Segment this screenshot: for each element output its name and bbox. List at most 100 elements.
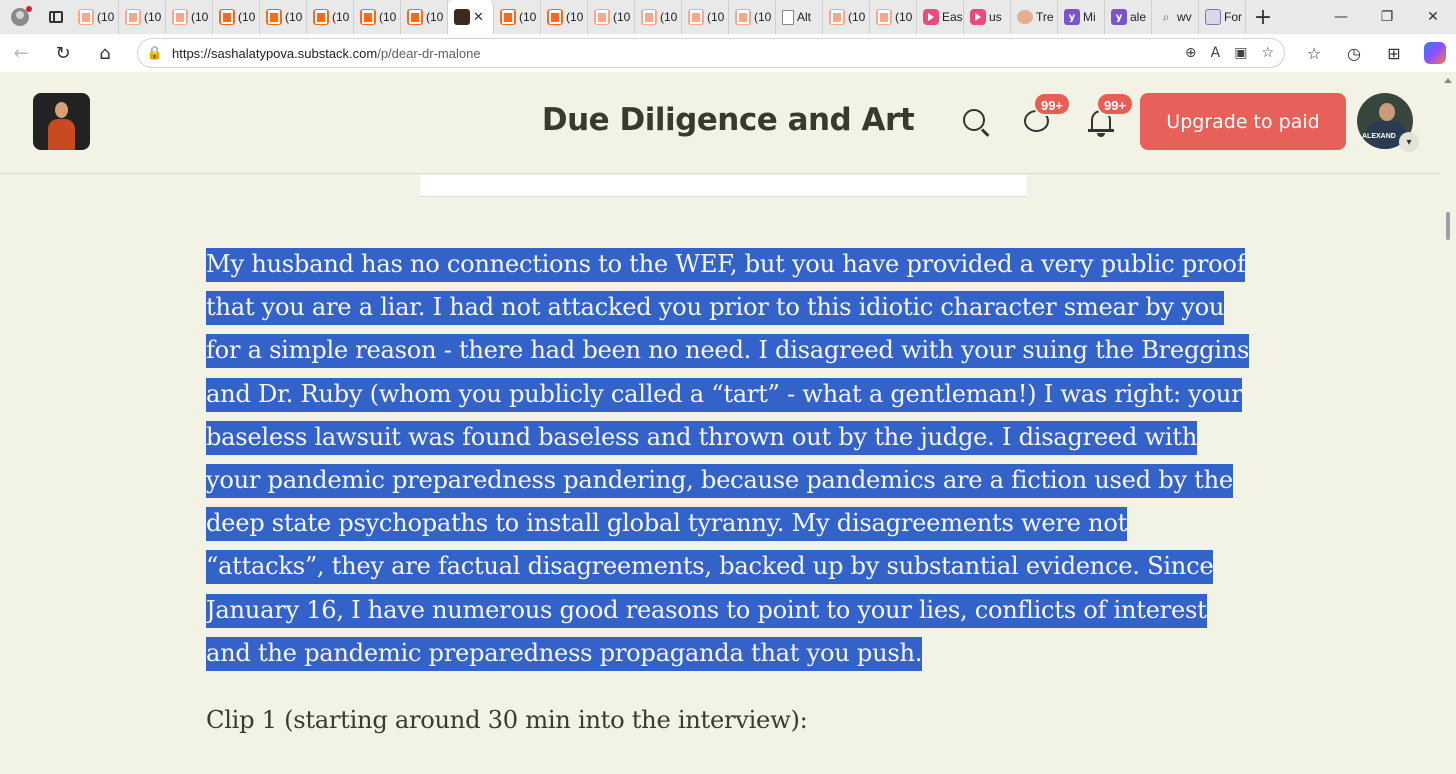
tab[interactable]: ⌕ wv bbox=[1152, 0, 1199, 34]
page-scrollbar[interactable] bbox=[1440, 72, 1456, 774]
tab-label: (10 bbox=[144, 10, 162, 24]
window-controls: — ❐ ✕ bbox=[1318, 0, 1456, 34]
search-icon: ⌕ bbox=[1162, 9, 1170, 24]
tab-actions-button[interactable] bbox=[40, 0, 72, 34]
tab-label: (10 bbox=[426, 10, 444, 24]
tab-label: (10 bbox=[566, 10, 584, 24]
close-tab-icon[interactable]: ✕ bbox=[473, 10, 484, 25]
search-icon-ring bbox=[963, 109, 985, 131]
document-icon bbox=[782, 9, 794, 25]
tab-strip: (10 (10 (10 (10 (10 (10 (10 (10 ✕ (10 (10 (10 (10 (10… bbox=[0, 0, 1456, 34]
substack-icon bbox=[360, 9, 376, 25]
extensions-icon[interactable]: ⊞ bbox=[1374, 34, 1414, 72]
tab[interactable]: (10 bbox=[729, 0, 776, 34]
home-button[interactable]: ⌂ bbox=[84, 34, 126, 72]
history-icon[interactable]: ◷ bbox=[1334, 34, 1374, 72]
tab[interactable]: (10 bbox=[213, 0, 260, 34]
substack-icon bbox=[313, 9, 329, 25]
new-tab-button[interactable]: + bbox=[1246, 0, 1280, 34]
tab-label: (10 bbox=[519, 10, 537, 24]
site-info-icon[interactable]: 🔒 bbox=[138, 46, 172, 61]
tab[interactable]: Eas bbox=[917, 0, 964, 34]
back-button[interactable]: ← bbox=[0, 34, 42, 72]
tab[interactable]: For bbox=[1199, 0, 1246, 34]
substack-icon bbox=[594, 9, 610, 25]
yahoo-icon: y bbox=[1111, 9, 1127, 25]
youtube-icon bbox=[923, 9, 939, 25]
tab[interactable]: (10 bbox=[541, 0, 588, 34]
substack-icon bbox=[641, 9, 657, 25]
tab-list: (10 (10 (10 (10 (10 (10 (10 (10 ✕ (10 (10 (10 (10 (10… bbox=[72, 0, 1246, 34]
tab[interactable]: (10 bbox=[401, 0, 448, 34]
tab-label: Tre bbox=[1036, 10, 1054, 24]
tab[interactable]: (10 bbox=[72, 0, 119, 34]
search-icon[interactable] bbox=[962, 108, 990, 137]
browser-profile-button[interactable] bbox=[0, 0, 40, 34]
tab-active[interactable]: ✕ bbox=[448, 0, 494, 34]
immersive-reader-icon[interactable]: ▣ bbox=[1234, 45, 1247, 61]
tab[interactable]: (10 bbox=[635, 0, 682, 34]
chevron-down-icon[interactable]: ▾ bbox=[1399, 132, 1419, 152]
avatar-tag: ALEXAND bbox=[1362, 133, 1396, 140]
minimize-button[interactable]: — bbox=[1318, 0, 1364, 34]
maximize-button[interactable]: ❐ bbox=[1364, 0, 1410, 34]
circle-icon bbox=[1017, 10, 1033, 24]
tab[interactable]: (10 bbox=[260, 0, 307, 34]
tab-actions-icon bbox=[49, 11, 63, 23]
tab[interactable]: y ale bbox=[1105, 0, 1152, 34]
tab[interactable]: (10 bbox=[494, 0, 541, 34]
tab-label: (10 bbox=[379, 10, 397, 24]
tab[interactable]: y Mi bbox=[1058, 0, 1105, 34]
reload-button[interactable]: ↻ bbox=[42, 34, 84, 72]
tab[interactable]: us bbox=[964, 0, 1011, 34]
substack-icon bbox=[78, 9, 94, 25]
url-text[interactable]: https://sashalatypova.substack.com/p/dea… bbox=[172, 46, 481, 61]
tab[interactable]: (10 bbox=[166, 0, 213, 34]
scrollbar-thumb[interactable] bbox=[1446, 212, 1450, 240]
article-paragraph: My husband has no connections to the WEF… bbox=[206, 243, 1251, 675]
profile-photo-icon bbox=[454, 9, 470, 25]
address-bar[interactable]: 🔒 https://sashalatypova.substack.com/p/d… bbox=[137, 38, 1285, 68]
substack-icon bbox=[172, 9, 188, 25]
tab[interactable]: (10 bbox=[823, 0, 870, 34]
upgrade-to-paid-button[interactable]: Upgrade to paid bbox=[1140, 93, 1346, 150]
tab[interactable]: Alt bbox=[776, 0, 823, 34]
read-aloud-icon[interactable]: A bbox=[1211, 45, 1221, 61]
tab-label: ale bbox=[1130, 10, 1147, 24]
copilot-icon[interactable] bbox=[1424, 42, 1446, 64]
site-header: Due Diligence and Art 99+ 99+ Upgrade to… bbox=[0, 72, 1440, 174]
scroll-up-arrow[interactable] bbox=[1444, 78, 1452, 83]
close-window-button[interactable]: ✕ bbox=[1410, 0, 1456, 34]
favorites-icon[interactable]: ☆ bbox=[1294, 34, 1334, 72]
tab-label: us bbox=[989, 10, 1002, 24]
substack-icon bbox=[266, 9, 282, 25]
address-bar-actions: ⊕ A ▣ ☆ bbox=[1185, 39, 1274, 67]
tab-label: (10 bbox=[848, 10, 866, 24]
tab[interactable]: (10 bbox=[682, 0, 729, 34]
tab[interactable]: (10 bbox=[354, 0, 401, 34]
notification-badge: 99+ bbox=[1096, 92, 1135, 116]
tab[interactable]: (10 bbox=[119, 0, 166, 34]
tab[interactable]: (10 bbox=[307, 0, 354, 34]
yahoo-icon: y bbox=[1064, 9, 1080, 25]
tab[interactable]: (10 bbox=[870, 0, 917, 34]
favorite-star-icon[interactable]: ☆ bbox=[1261, 45, 1274, 61]
tab-label: (10 bbox=[660, 10, 678, 24]
article-image-edge bbox=[420, 175, 1027, 197]
tab-label: (10 bbox=[754, 10, 772, 24]
substack-icon bbox=[688, 9, 704, 25]
substack-icon bbox=[876, 9, 892, 25]
tab-label: (10 bbox=[97, 10, 115, 24]
tab-label: (10 bbox=[613, 10, 631, 24]
tab[interactable]: (10 bbox=[588, 0, 635, 34]
selected-text: My husband has no connections to the WEF… bbox=[206, 248, 1249, 671]
zoom-icon[interactable]: ⊕ bbox=[1185, 45, 1197, 61]
search-icon-handle bbox=[980, 128, 990, 137]
tab-label: (10 bbox=[285, 10, 303, 24]
youtube-icon bbox=[970, 9, 986, 25]
avatar-face bbox=[1379, 103, 1395, 121]
url-host: https://sashalatypova.substack.com bbox=[172, 45, 378, 61]
tab[interactable]: Tre bbox=[1011, 0, 1058, 34]
tab-label: For bbox=[1224, 10, 1242, 24]
bell-rim bbox=[1088, 129, 1114, 132]
